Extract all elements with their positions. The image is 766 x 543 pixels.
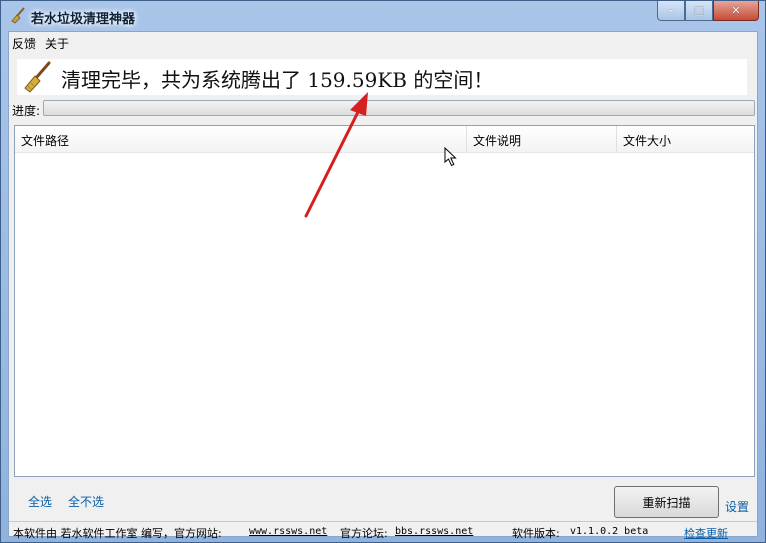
cleanup-result-message: 清理完毕，共为系统腾出了 159.59KB 的空间！ [61, 68, 494, 92]
close-button[interactable]: ✕ [713, 1, 759, 21]
settings-link[interactable]: 设置 [725, 498, 749, 515]
column-header-size[interactable]: 文件大小 [617, 126, 754, 152]
check-update-link[interactable]: 检查更新 [684, 525, 728, 541]
column-header-description[interactable]: 文件说明 [467, 126, 617, 152]
forum-label: 官方论坛: [340, 527, 388, 540]
website-link[interactable]: www.rssws.net [249, 526, 327, 537]
rescan-button[interactable]: 重新扫描 [614, 486, 719, 518]
window-title: 若水垃圾清理神器 [31, 12, 136, 27]
column-header-path[interactable]: 文件路径 [15, 126, 467, 152]
select-all-link[interactable]: 全选 [28, 493, 52, 510]
select-none-link[interactable]: 全不选 [68, 493, 104, 510]
version-value: v1.1.0.2 beta [570, 526, 649, 537]
maximize-button[interactable]: □ [685, 1, 713, 21]
mouse-cursor-icon [444, 147, 457, 167]
main-panel: 反馈 关于 清理完毕，共为系统腾出了 159.59KB 的空间！ 进度: 文件路… [8, 31, 758, 541]
list-header: 文件路径 文件说明 文件大小 [15, 126, 754, 153]
broom-icon [24, 61, 51, 93]
broom-app-icon [11, 7, 25, 24]
app-window: 若水垃圾清理神器 – □ ✕ 反馈 关于 清理完毕，共为系统腾出了 159.59… [0, 0, 766, 543]
result-banner: 清理完毕，共为系统腾出了 159.59KB 的空间！ [17, 59, 747, 95]
status-bar: 本软件由 若水软件工作室 编写，官方网站: www.rssws.net 官方论坛… [9, 521, 757, 541]
version-label: 软件版本: [512, 527, 560, 540]
minimize-button[interactable]: – [657, 1, 685, 21]
author-text: 本软件由 若水软件工作室 编写，官方网站: [13, 527, 222, 540]
menu-about[interactable]: 关于 [42, 32, 75, 52]
menu-bar: 反馈 关于 [9, 32, 757, 52]
forum-link[interactable]: bbs.rssws.net [395, 526, 473, 537]
title-bar[interactable]: 若水垃圾清理神器 – □ ✕ [1, 1, 765, 31]
file-list[interactable]: 文件路径 文件说明 文件大小 [14, 125, 755, 477]
progress-label: 进度: [12, 104, 41, 118]
menu-feedback[interactable]: 反馈 [9, 32, 42, 52]
progress-bar [43, 100, 755, 116]
